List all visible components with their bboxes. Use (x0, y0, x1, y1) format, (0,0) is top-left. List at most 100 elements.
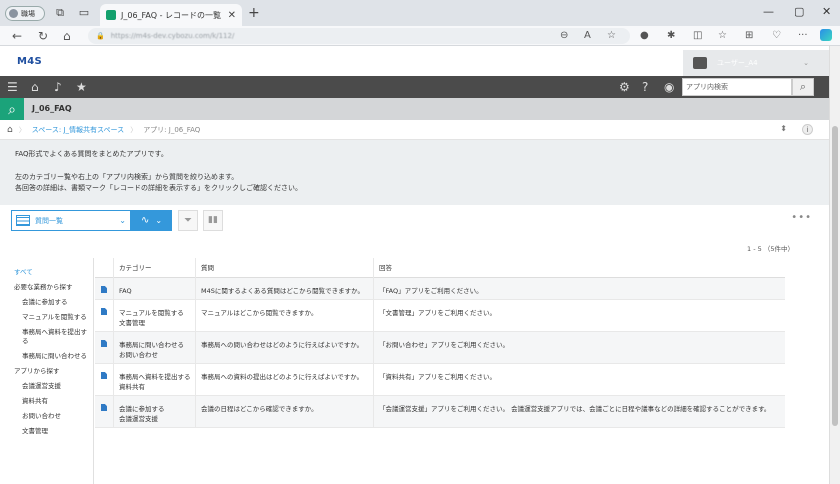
profile-button[interactable]: 職場 (5, 6, 45, 21)
home-icon[interactable]: ⌂ (63, 29, 71, 43)
site-logo[interactable]: M4S (17, 56, 42, 67)
settings-more-icon[interactable]: ··· (798, 30, 808, 41)
global-nav: ☰ ⌂ ♪ ★ ⚙ ? ◉ アプリ内検索 ⌕ (0, 76, 829, 98)
record-detail-cell[interactable] (95, 364, 113, 395)
chart-button[interactable]: ▮▮ (203, 210, 223, 231)
sidebar-item[interactable]: 事務局へ資料を提出する (0, 325, 93, 349)
breadcrumb-space[interactable]: スペース: J_情報共有スペース (32, 125, 124, 135)
copilot-icon[interactable] (820, 29, 832, 41)
document-icon[interactable] (101, 372, 107, 379)
column-header-category[interactable]: カテゴリー (113, 257, 195, 278)
maximize-icon[interactable]: ▢ (794, 5, 804, 18)
cell-answer: 「お問い合わせ」アプリをご利用ください。 (373, 332, 785, 363)
column-header-answer[interactable]: 回答 (373, 257, 785, 278)
more-options-icon[interactable]: ••• (791, 212, 812, 223)
browser-tab-active[interactable]: J_06_FAQ - レコードの一覧 ✕ (100, 4, 242, 26)
kintone-favicon-icon (106, 10, 116, 20)
favorites-icon[interactable]: ☆ (718, 30, 727, 41)
view-selector[interactable]: 質問一覧 ⌄ (11, 210, 131, 231)
chevron-down-icon: ⌄ (803, 59, 809, 67)
cell-category: FAQ (113, 278, 195, 299)
search-icon[interactable]: ⌕ (792, 78, 814, 96)
help-icon[interactable]: ? (642, 80, 648, 94)
document-icon[interactable] (101, 286, 107, 293)
record-detail-cell[interactable] (95, 396, 113, 427)
table-header: カテゴリー 質問 回答 (95, 257, 785, 278)
chevron-down-icon: ⌄ (119, 216, 126, 225)
settings-gear-icon[interactable]: ⚙ (619, 80, 630, 94)
desc-line: 各回答の詳細は、書類マーク「レコードの詳細を表示する」をクリックしご確認ください… (15, 184, 302, 192)
user-menu[interactable]: ユーザー_A4 ⌄ (683, 50, 829, 76)
records-table: カテゴリー 質問 回答 FAQ M4Sに関するよくある質問はどこから閲覧できますか… (95, 257, 785, 428)
graph-selector[interactable]: ∿ ⌄ (131, 210, 172, 231)
column-header-question[interactable]: 質問 (195, 257, 373, 278)
sidebar-item[interactable]: アプリから探す (0, 364, 93, 379)
document-icon[interactable] (101, 340, 107, 347)
line-graph-icon: ∿ (140, 215, 150, 226)
refresh-icon[interactable]: ↻ (38, 29, 48, 43)
document-icon[interactable] (101, 404, 107, 411)
breadcrumb-home-icon[interactable]: ⌂ (7, 125, 13, 135)
record-detail-cell[interactable] (95, 278, 113, 299)
cell-category: 事務局へ資料を提出する 資料共有 (113, 364, 195, 395)
profile-avatar-icon (9, 9, 18, 18)
sidebar-item[interactable]: お問い合わせ (0, 409, 93, 424)
sidebar-item[interactable]: 事務局に問い合わせる (0, 349, 93, 364)
app-search-input[interactable]: アプリ内検索 (682, 78, 792, 96)
profile-label: 職場 (21, 9, 35, 18)
list-toolbar: 質問一覧 ⌄ ∿ ⌄ ⏷ ▮▮ ••• (0, 205, 829, 243)
pin-icon[interactable]: ⬍ (780, 124, 787, 133)
workspaces-icon[interactable]: ⧉ (54, 7, 66, 19)
menu-icon[interactable]: ☰ (7, 80, 18, 94)
minimize-icon[interactable]: — (763, 5, 774, 18)
chevron-down-icon: ⌄ (155, 216, 163, 225)
favorite-star-icon[interactable]: ☆ (607, 30, 616, 41)
record-count: 1 - 5 （5件中） (747, 245, 794, 253)
desc-line: 左のカテゴリー覧や右上の「アプリ内検索」から質問を絞り込めます。 (15, 172, 239, 181)
breadcrumb-separator: 〉 (130, 125, 138, 134)
sidebar-item[interactable]: すべて (0, 265, 93, 280)
zoom-icon[interactable]: ⊖ (560, 30, 568, 41)
table-row: 会議に参加する 会議運営支援 会議の日程はどこから確認できますか。 「会議運営支援」ア… (95, 396, 785, 428)
cell-question: 事務局への資料の提出はどのように行えばよいですか。 (195, 364, 373, 395)
sidebar-item[interactable]: 会議に参加する (0, 295, 93, 310)
desc-line: FAQ形式でよくある質問をまとめたアプリです。 (15, 150, 168, 158)
sidebar-item[interactable]: 必要な業務から探す (0, 280, 93, 295)
filter-funnel-icon: ⏷ (184, 215, 192, 226)
window-close-icon[interactable]: ✕ (822, 5, 831, 18)
table-row: マニュアルを閲覧する 文書管理 マニュアルはどこから閲覧できますか。 「文書管理」アプ… (95, 300, 785, 332)
filter-button[interactable]: ⏷ (178, 210, 198, 231)
cell-category: 事務局に問い合わせる お問い合わせ (113, 332, 195, 363)
table-row: 事務局に問い合わせる お問い合わせ 事務局への問い合わせはどのように行えばよいですか… (95, 332, 785, 364)
code-icon[interactable]: ◉ (664, 80, 674, 94)
read-aloud-icon[interactable]: A (584, 30, 591, 41)
app-title[interactable]: J_06_FAQ (32, 104, 72, 113)
browser-essentials-icon[interactable]: ♡ (772, 30, 781, 41)
close-tab-icon[interactable]: ✕ (228, 10, 236, 21)
record-detail-cell[interactable] (95, 300, 113, 331)
split-screen-icon[interactable]: ◫ (693, 30, 702, 41)
collections-icon[interactable]: ⊞ (745, 30, 753, 41)
tab-actions-icon[interactable]: ▭ (78, 7, 90, 19)
cell-question: 事務局への問い合わせはどのように行えばよいですか。 (195, 332, 373, 363)
extension-icon[interactable]: ● (640, 30, 649, 41)
url-field[interactable]: 🔒 https://m4s-dev.cybozu.com/k/112/ (88, 28, 630, 44)
info-icon[interactable]: i (802, 124, 813, 135)
sidebar-item[interactable]: マニュアルを閲覧する (0, 310, 93, 325)
breadcrumb: ⌂ 〉 スペース: J_情報共有スペース 〉 アプリ: J_06_FAQ ⬍ i (0, 120, 829, 140)
sidebar-item[interactable]: 文書管理 (0, 424, 93, 439)
extensions-puzzle-icon[interactable]: ✱ (667, 30, 675, 41)
sidebar-item[interactable]: 資料共有 (0, 394, 93, 409)
breadcrumb-app: アプリ: J_06_FAQ (143, 125, 201, 134)
browser-tab-bar: 職場 ⧉ ▭ J_06_FAQ - レコードの一覧 ✕ + — ▢ ✕ (0, 0, 840, 26)
sidebar-item[interactable]: 会議運営支援 (0, 379, 93, 394)
page-scrollbar[interactable] (829, 46, 840, 484)
new-tab-icon[interactable]: + (248, 5, 260, 21)
favorites-star-icon[interactable]: ★ (76, 80, 87, 94)
scrollbar-thumb[interactable] (832, 126, 838, 426)
portal-home-icon[interactable]: ⌂ (31, 80, 39, 94)
back-icon[interactable]: ← (12, 29, 22, 43)
document-icon[interactable] (101, 308, 107, 315)
record-detail-cell[interactable] (95, 332, 113, 363)
notification-bell-icon[interactable]: ♪ (54, 80, 62, 94)
